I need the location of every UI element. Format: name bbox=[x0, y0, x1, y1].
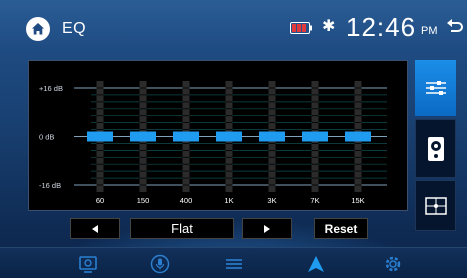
bottom-dock bbox=[0, 247, 467, 278]
mic-icon bbox=[150, 254, 170, 274]
eq-screen: EQ ✱ 12:46 PM +16 dB 0 dB -16 dB 60 150 400 1… bbox=[0, 0, 467, 278]
settings-icon bbox=[385, 256, 401, 272]
eq-band-frequency-label: 1K bbox=[224, 196, 233, 205]
clock-ampm: PM bbox=[421, 25, 438, 37]
eq-panel: +16 dB 0 dB -16 dB 60 150 400 1K 3K 7K 15K bbox=[28, 60, 408, 211]
home-button[interactable] bbox=[26, 17, 50, 41]
eq-band-handle[interactable] bbox=[87, 131, 113, 142]
eq-band-handle[interactable] bbox=[216, 131, 242, 142]
clock-time: 12:46 bbox=[346, 12, 417, 42]
list-icon bbox=[226, 259, 242, 269]
eq-preset-label: Flat bbox=[130, 218, 234, 239]
left-arrow-icon bbox=[92, 224, 98, 233]
dock-voice-button[interactable] bbox=[148, 253, 172, 275]
eq-band-handle[interactable] bbox=[173, 131, 199, 142]
eq-graph: +16 dB 0 dB -16 dB 60 150 400 1K 3K 7K 15K bbox=[36, 81, 387, 205]
right-arrow-icon bbox=[264, 224, 270, 233]
video-icon bbox=[79, 256, 97, 273]
navigation-icon bbox=[308, 256, 324, 272]
bluetooth-icon: ✱ bbox=[322, 16, 336, 35]
dock-settings-button[interactable] bbox=[381, 253, 405, 275]
balance-grid-icon bbox=[424, 196, 447, 215]
eq-sliders-icon bbox=[425, 81, 446, 95]
reset-button[interactable]: Reset bbox=[314, 218, 368, 239]
eq-band-frequency-label: 7K bbox=[310, 196, 319, 205]
speaker-settings-button[interactable] bbox=[415, 119, 456, 178]
speaker-icon bbox=[427, 136, 444, 161]
scale-label: +16 dB bbox=[39, 84, 63, 93]
battery-icon bbox=[290, 22, 312, 34]
dock-menu-button[interactable] bbox=[222, 253, 246, 275]
eq-band-frequency-label: 3K bbox=[267, 196, 276, 205]
dock-navigation-button[interactable] bbox=[304, 253, 328, 275]
eq-band-handle[interactable] bbox=[259, 131, 285, 142]
previous-preset-button[interactable] bbox=[70, 218, 120, 239]
eq-band-handle[interactable] bbox=[345, 131, 371, 142]
balance-fader-button[interactable] bbox=[415, 180, 456, 231]
next-preset-button[interactable] bbox=[242, 218, 292, 239]
home-icon bbox=[32, 23, 44, 35]
back-icon[interactable] bbox=[446, 18, 464, 34]
scale-label: 0 dB bbox=[39, 133, 54, 142]
eq-band-frequency-label: 60 bbox=[96, 196, 104, 205]
scale-label: -16 dB bbox=[39, 181, 61, 190]
eq-band-handle[interactable] bbox=[130, 131, 156, 142]
eq-band-frequency-label: 15K bbox=[351, 196, 364, 205]
page-title: EQ bbox=[62, 20, 87, 37]
eq-band-frequency-label: 150 bbox=[137, 196, 150, 205]
eq-band-handle[interactable] bbox=[302, 131, 328, 142]
eq-mode-button[interactable] bbox=[415, 60, 456, 116]
eq-band-frequency-label: 400 bbox=[180, 196, 193, 205]
dock-video-button[interactable] bbox=[76, 253, 100, 275]
